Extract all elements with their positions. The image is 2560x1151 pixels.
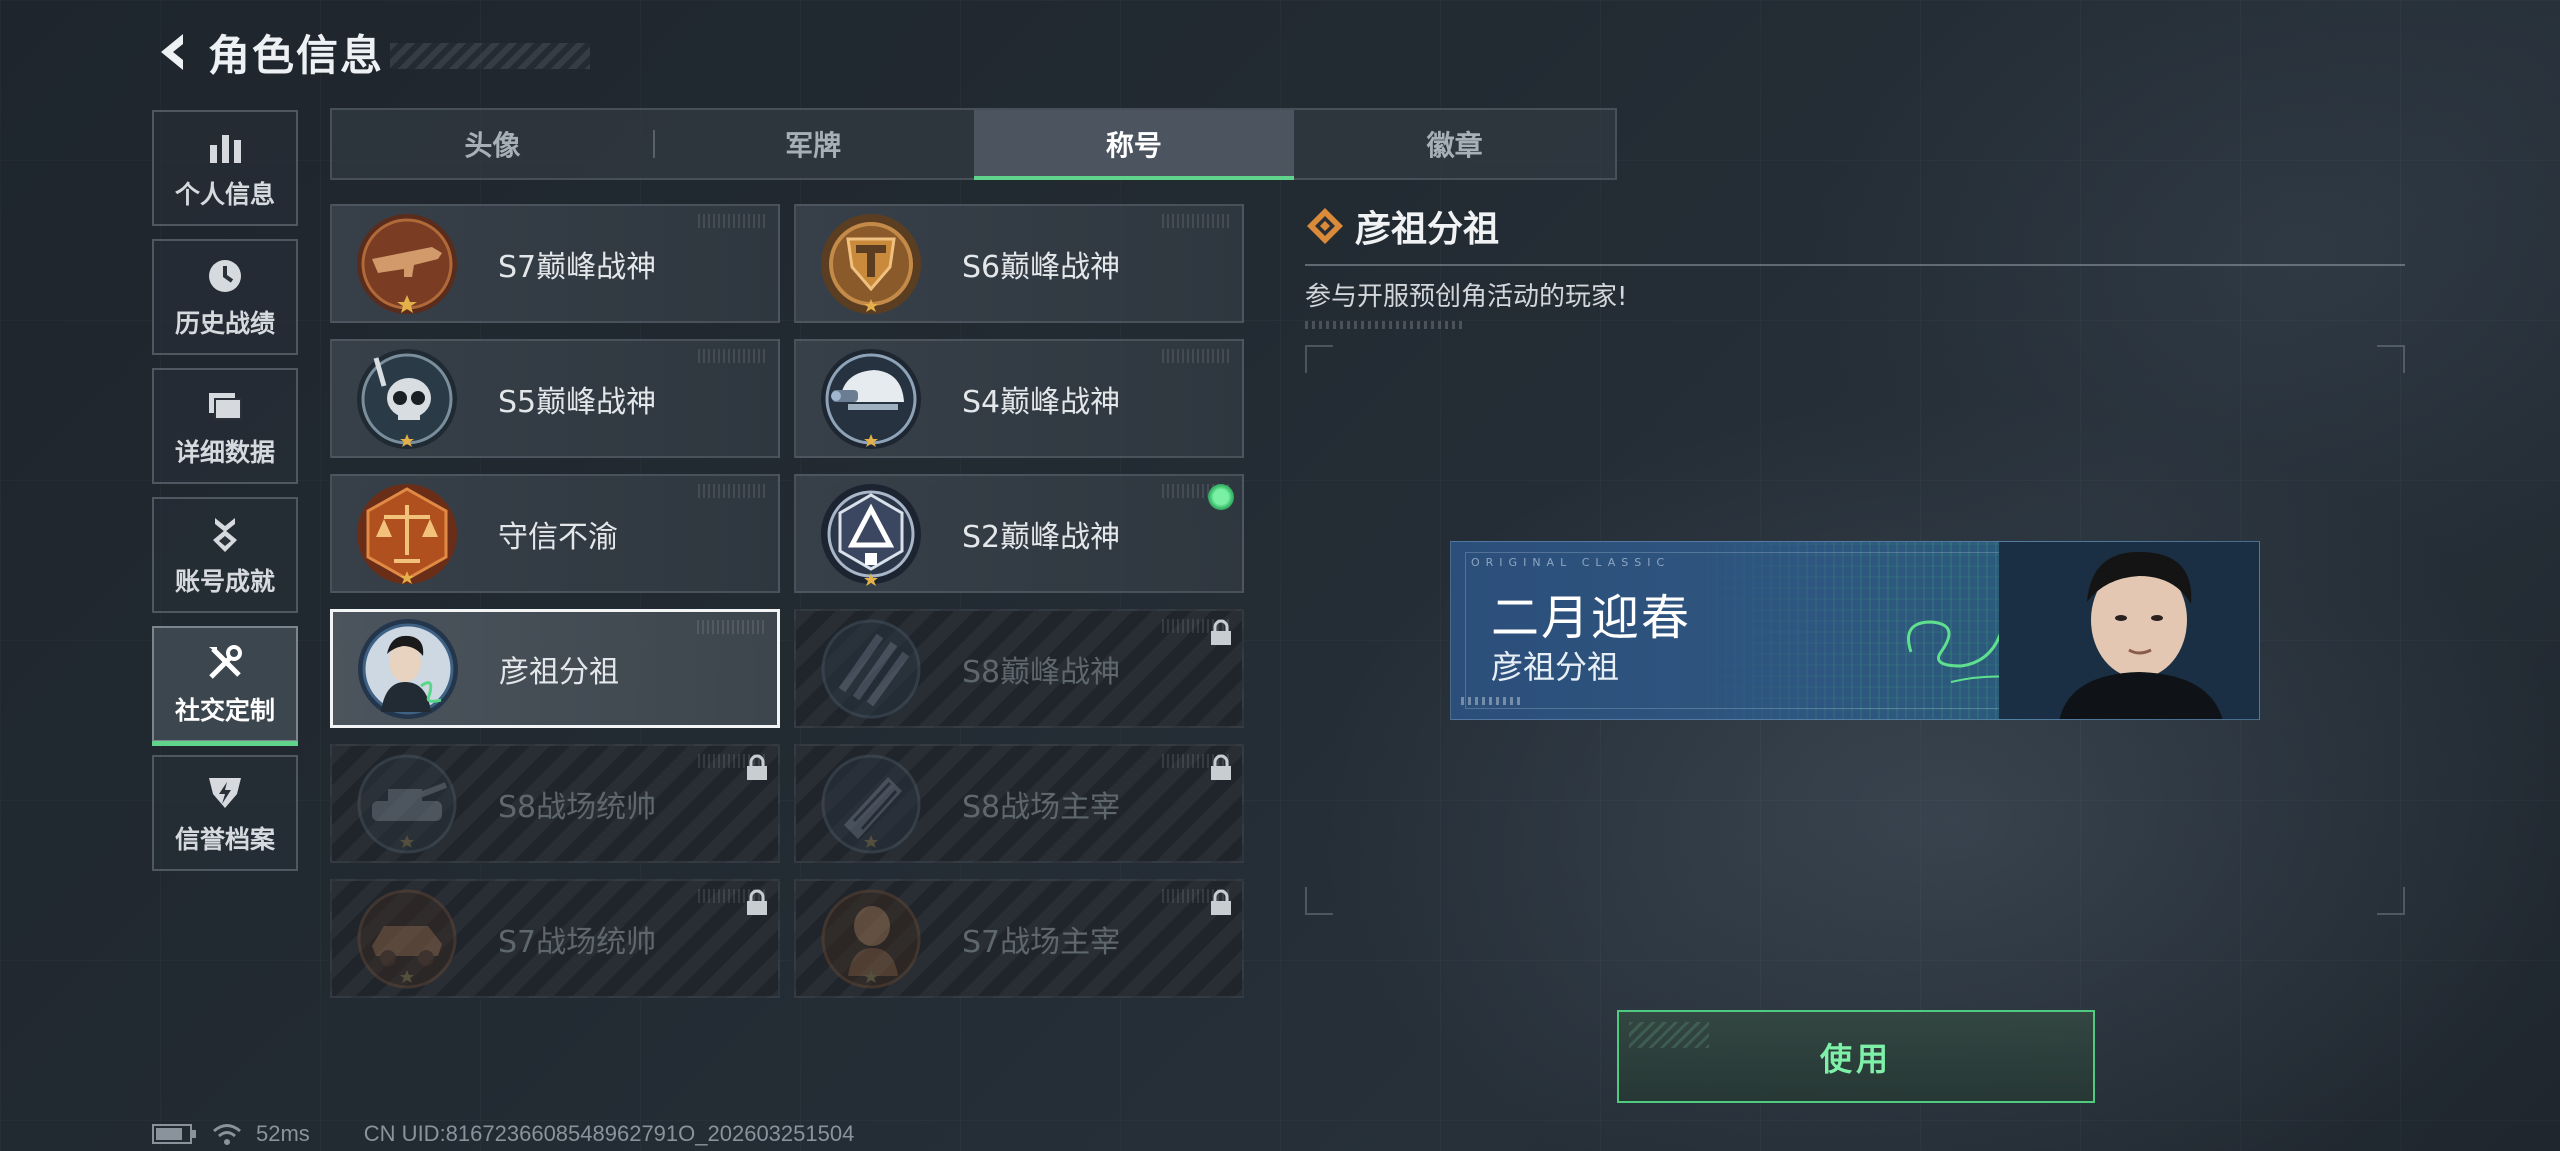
use-button[interactable]: 使用 (1617, 1010, 2095, 1103)
rifle-emblem-icon (357, 213, 457, 314)
nav-label: 信誉档案 (174, 825, 275, 854)
detail-title: 彦祖分祖 (1355, 209, 1500, 250)
back-arrow-icon[interactable] (150, 27, 200, 77)
title-card[interactable]: S5巅峰战神 (330, 339, 780, 458)
title-label: 守信不渝 (498, 519, 618, 555)
use-button-label: 使用 (1819, 1039, 1892, 1078)
title-label: S8巅峰战神 (962, 654, 1121, 690)
medal-icon (203, 512, 247, 556)
nav-label: 历史战绩 (174, 309, 275, 338)
title-card[interactable]: S2巅峰战神 (794, 474, 1244, 593)
title-label: 彦祖分祖 (499, 654, 619, 690)
banner-main-text: 二月迎春 (1491, 590, 1692, 646)
tab-badge[interactable]: 徽章 (1294, 110, 1615, 178)
lock-icon (1211, 889, 1231, 915)
tab-title[interactable]: 称号 (973, 110, 1295, 180)
detail-divider (1305, 264, 2405, 266)
title-label: S5巅峰战神 (498, 384, 657, 420)
bar-chart-icon (203, 125, 247, 169)
banner-small-text: ORIGINAL CLASSIC (1471, 556, 1671, 569)
folder-icon (203, 383, 247, 427)
tab-dog-tag[interactable]: 军牌 (652, 110, 974, 178)
triangle-emblem-icon (821, 483, 921, 586)
skull-emblem-icon (357, 348, 457, 449)
diamond-icon (1307, 208, 1343, 244)
title-decoration (390, 43, 591, 69)
nav-item-reputation[interactable]: 信誉档案 (152, 755, 298, 871)
title-label: S7战场主宰 (962, 924, 1121, 960)
scales-emblem-icon (357, 483, 457, 584)
helmet-emblem-icon (821, 348, 921, 449)
title-card[interactable]: S7巅峰战神 (330, 204, 780, 323)
lock-icon (747, 889, 767, 915)
shield-t-emblem-icon (821, 213, 921, 314)
nav-item-achievements[interactable]: 账号成就 (152, 497, 298, 613)
ping-text: 52ms (256, 1121, 310, 1146)
title-label: S7巅峰战神 (498, 249, 657, 285)
title-card[interactable]: 守信不渝 (330, 474, 780, 593)
title-label: S8战场主宰 (962, 789, 1121, 825)
status-bar: 52ms CN UID:8167236608548962791O_2026032… (152, 1120, 854, 1148)
title-label: S6巅峰战神 (962, 249, 1121, 285)
nav-item-history[interactable]: 历史战绩 (152, 239, 298, 355)
nav-label: 个人信息 (174, 180, 275, 209)
title-card[interactable]: S6巅峰战神 (794, 204, 1244, 323)
nav-label: 社交定制 (174, 696, 275, 725)
tab-bar: 头像 军牌 称号 徽章 (330, 108, 1617, 180)
stripes-emblem-icon (821, 619, 921, 718)
nav-label: 账号成就 (174, 567, 275, 596)
tab-avatar[interactable]: 头像 (332, 110, 653, 178)
battery-icon (152, 1123, 198, 1145)
title-card[interactable]: S7战场统帅 (330, 879, 780, 998)
frame-corner (1305, 345, 1333, 373)
vehicle-emblem-icon (357, 889, 457, 988)
detail-header: 彦祖分祖 (1305, 200, 2405, 252)
lock-icon (1211, 619, 1231, 645)
lock-icon (747, 754, 767, 780)
title-label: S7战场统帅 (498, 924, 657, 960)
title-detail-panel: 彦祖分祖 参与开服预创角活动的玩家! (1305, 200, 2405, 329)
equipped-indicator (1208, 484, 1234, 510)
nav-label: 详细数据 (174, 438, 275, 467)
tools-icon (203, 641, 247, 685)
banner-stripes (1461, 697, 1521, 705)
nav-item-detailed-data[interactable]: 详细数据 (152, 368, 298, 484)
banner-sub-text: 彦祖分祖 (1491, 648, 1620, 686)
nav-item-personal-info[interactable]: 个人信息 (152, 110, 298, 226)
clock-icon (203, 254, 247, 298)
tank-emblem-icon (357, 754, 457, 853)
title-label: S4巅峰战神 (962, 384, 1121, 420)
frame-corner (1305, 887, 1333, 915)
portrait-icon (1999, 542, 2259, 719)
title-card[interactable]: S8巅峰战神 (794, 609, 1244, 728)
header: 角色信息 (150, 24, 591, 80)
shield-icon (203, 770, 247, 814)
title-card[interactable]: S8战场统帅 (330, 744, 780, 863)
lock-icon (1211, 754, 1231, 780)
title-card[interactable]: S7战场主宰 (794, 879, 1244, 998)
title-card[interactable]: S8战场主宰 (794, 744, 1244, 863)
page-title: 角色信息 (208, 30, 385, 80)
title-card[interactable]: S4巅峰战神 (794, 339, 1244, 458)
soldier-emblem-icon (821, 889, 921, 988)
frame-corner (2377, 887, 2405, 915)
title-banner-preview: ORIGINAL CLASSIC 二月迎春 彦祖分祖 (1450, 541, 2260, 720)
side-nav: 个人信息 历史战绩 详细数据 账号成就 社交定制 信誉档案 (152, 110, 298, 884)
wifi-icon (212, 1122, 242, 1146)
portrait-emblem-icon (358, 618, 458, 719)
frame-corner (2377, 345, 2405, 373)
description-decoration (1305, 321, 1465, 329)
title-grid: S7巅峰战神 S6巅峰战神 S5巅峰战神 S4巅峰战神 守信不渝 S2巅峰战神 … (330, 204, 1244, 998)
detail-description: 参与开服预创角活动的玩家! (1305, 282, 1628, 312)
building-emblem-icon (821, 754, 921, 853)
title-label: S8战场统帅 (498, 789, 657, 825)
title-card[interactable]: 彦祖分祖 (330, 609, 780, 728)
uid-text: CN UID:8167236608548962791O_202603251504 (363, 1121, 855, 1146)
nav-item-social-custom[interactable]: 社交定制 (152, 626, 298, 746)
title-label: S2巅峰战神 (962, 519, 1121, 555)
